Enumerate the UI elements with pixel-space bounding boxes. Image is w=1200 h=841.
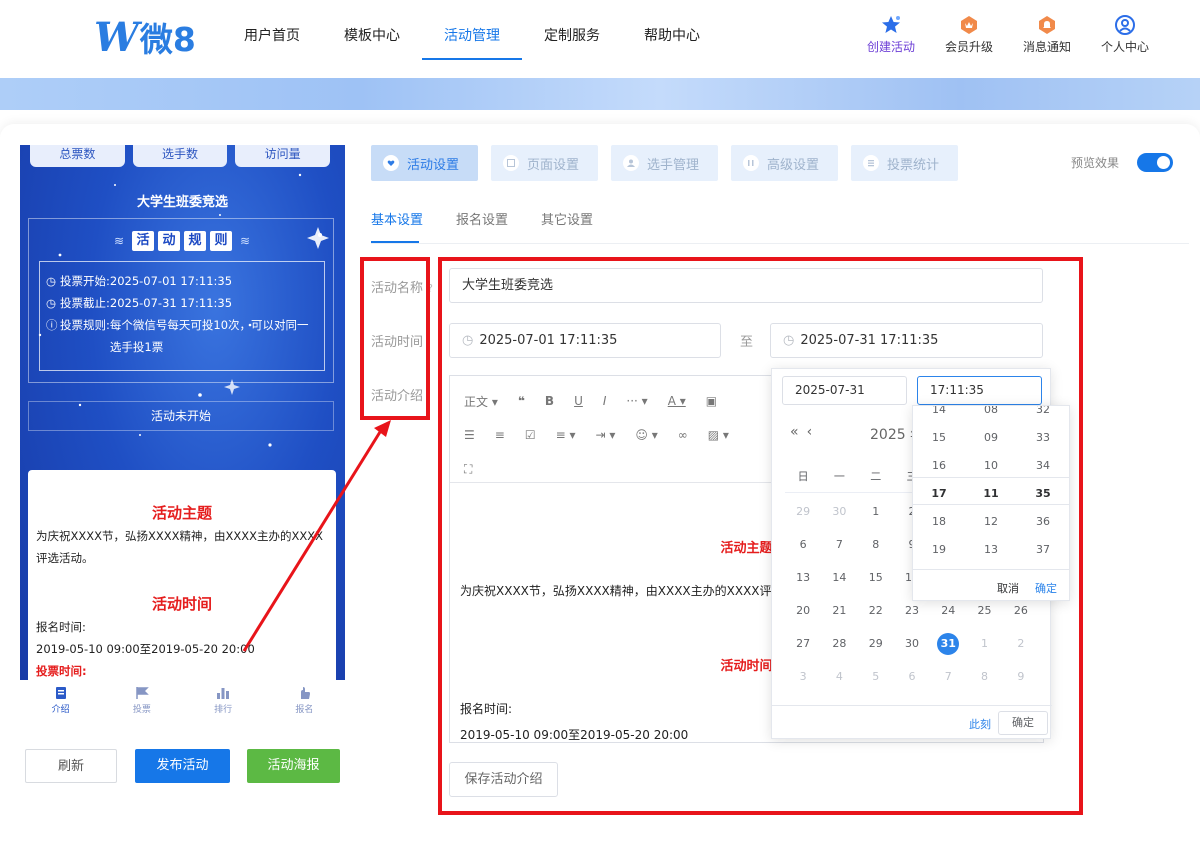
nav-custom-service[interactable]: 定制服务 — [522, 0, 622, 78]
doc-icon — [20, 686, 101, 702]
clock-icon: ◷ — [46, 274, 57, 288]
tab-advanced[interactable]: 高级设置 — [731, 145, 838, 181]
image-icon — [503, 155, 519, 171]
notifications-label: 消息通知 — [1022, 40, 1071, 54]
user-icon — [1086, 14, 1164, 36]
tab-label: 排行 — [214, 705, 233, 715]
stat-contestants: 选手数 — [132, 145, 228, 167]
vote-start-label: 投票开始: — [60, 274, 110, 288]
time-heading: 活动时间 — [151, 595, 212, 613]
status-banner: 活动未开始 — [28, 401, 334, 431]
preview-title: 大学生班委竞选 — [136, 195, 228, 210]
tab-activity-settings[interactable]: 活动设置 — [371, 145, 478, 181]
create-activity-button[interactable]: 创建活动 — [852, 14, 930, 55]
member-upgrade-label: 会员升级 — [944, 40, 993, 54]
annotation-box-labels — [360, 257, 430, 420]
rules-char: 动 — [158, 231, 180, 251]
nav-templates[interactable]: 模板中心 — [322, 0, 422, 78]
rules-char: 规 — [184, 231, 206, 251]
sub-tabs: 基本设置 报名设置 其它设置 — [371, 209, 593, 228]
nav-activity-manage[interactable]: 活动管理 — [422, 0, 522, 78]
publish-button[interactable]: 发布活动 — [135, 749, 230, 783]
theme-heading: 活动主题 — [151, 504, 212, 522]
nav-help[interactable]: 帮助中心 — [622, 0, 722, 78]
person-icon — [623, 155, 639, 171]
vote-rule-value: 每个微信号每天可投10次，可以对同一选手投1票 — [109, 318, 309, 354]
bell-icon — [1008, 14, 1086, 36]
tab-label: 页面设置 — [527, 157, 580, 173]
preview-toggle[interactable] — [1137, 153, 1173, 172]
tab-label: 活动设置 — [407, 157, 460, 173]
poster-button[interactable]: 活动海报 — [247, 749, 340, 783]
hand-icon — [264, 686, 345, 702]
subtab-other[interactable]: 其它设置 — [541, 209, 593, 228]
rules-char: 活 — [132, 231, 154, 251]
vote-rule-label: 投票规则: — [60, 318, 110, 332]
notifications-button[interactable]: 消息通知 — [1008, 14, 1086, 55]
mobile-preview: 总票数 选手数 访问量 大学生班委竞选 ≋ 活 动 规 则 ≋ ◷ 投票开始: 20… — [20, 145, 345, 680]
vote-end-value: 2025-07-31 17:11:35 — [109, 296, 233, 310]
subtab-signup[interactable]: 报名设置 — [456, 209, 508, 228]
preview-tabbar: 介绍 投票 排行 报名 — [20, 680, 345, 720]
main-nav: 用户首页 模板中心 活动管理 定制服务 帮助中心 — [222, 0, 722, 78]
preview-tab-vote[interactable]: 投票 — [101, 680, 182, 720]
theme-text: 为庆祝XXXX节，弘扬XXXX精神，由XXXX主办的XXXX评选活动。 — [36, 529, 324, 565]
tab-label: 介绍 — [51, 705, 70, 715]
preview-toggle-label: 预览效果 — [1071, 156, 1120, 170]
tab-page-settings[interactable]: 页面设置 — [491, 145, 598, 181]
tab-label: 投票统计 — [887, 157, 940, 173]
rules-content: ◷ 投票开始: 2025-07-01 17:11:35 ◷ 投票截止: 2025-07-… — [39, 261, 325, 371]
rules-char: 则 — [210, 231, 232, 251]
subtab-divider — [371, 243, 1189, 244]
list-icon — [863, 155, 879, 171]
logo-text: 微8 — [139, 20, 196, 59]
tab-label: 报名 — [295, 705, 314, 715]
preview-tab-intro[interactable]: 介绍 — [20, 680, 101, 720]
subtab-basic[interactable]: 基本设置 — [371, 209, 423, 228]
vote-end-label: 投票截止: — [60, 296, 110, 310]
stats-bar: 总票数 选手数 访问量 — [30, 145, 331, 167]
settings-tabs: 活动设置 页面设置 选手管理 高级设置 投票统计 — [371, 145, 958, 181]
preview-tab-rank[interactable]: 排行 — [183, 680, 264, 720]
flag-icon — [101, 686, 182, 702]
info-icon: ⓘ — [46, 318, 58, 332]
crown-icon — [930, 14, 1008, 36]
signup-range: 2019-05-10 09:00至2019-05-20 20:00 — [36, 642, 255, 656]
banner — [0, 78, 1200, 110]
stat-total-votes: 总票数 — [30, 145, 125, 167]
vote-start-value: 2025-07-01 17:11:35 — [109, 274, 233, 288]
bar-chart-icon — [183, 686, 264, 702]
member-upgrade-button[interactable]: 会员升级 — [930, 14, 1008, 55]
top-header: W 微8 用户首页 模板中心 活动管理 定制服务 帮助中心 创建活动 会员升级 … — [0, 0, 1200, 78]
logo-letter: W — [94, 13, 139, 61]
tab-contestants[interactable]: 选手管理 — [611, 145, 718, 181]
vote-time-label: 投票时间: — [36, 664, 87, 678]
subtab-active-indicator — [371, 241, 419, 243]
star-icon — [852, 14, 930, 36]
tab-label: 高级设置 — [767, 157, 820, 173]
preview-tab-signup[interactable]: 报名 — [264, 680, 345, 720]
create-activity-label: 创建活动 — [866, 40, 915, 54]
tab-label: 选手管理 — [647, 157, 700, 173]
user-center-label: 个人中心 — [1100, 40, 1149, 54]
annotation-box-form — [438, 257, 1083, 815]
preview-content: 活动主题 为庆祝XXXX节，弘扬XXXX精神，由XXXX主办的XXXX评选活动。… — [28, 470, 336, 680]
stat-visits: 访问量 — [235, 145, 331, 167]
sliders-icon — [743, 155, 759, 171]
rules-panel: ≋ 活 动 规 则 ≋ ◷ 投票开始: 2025-07-01 17:11:35 ◷ 投… — [28, 218, 334, 383]
rules-heading: ≋ 活 动 规 则 ≋ — [29, 231, 335, 251]
signup-label: 报名时间: — [36, 620, 86, 634]
logo[interactable]: W 微8 — [94, 13, 196, 61]
nav-home[interactable]: 用户首页 — [222, 0, 322, 78]
tab-label: 投票 — [132, 705, 151, 715]
refresh-button[interactable]: 刷新 — [25, 749, 117, 783]
tab-vote-stats[interactable]: 投票统计 — [851, 145, 958, 181]
user-center-button[interactable]: 个人中心 — [1086, 14, 1164, 55]
clock-icon: ◷ — [46, 296, 57, 310]
heart-icon — [383, 155, 399, 171]
